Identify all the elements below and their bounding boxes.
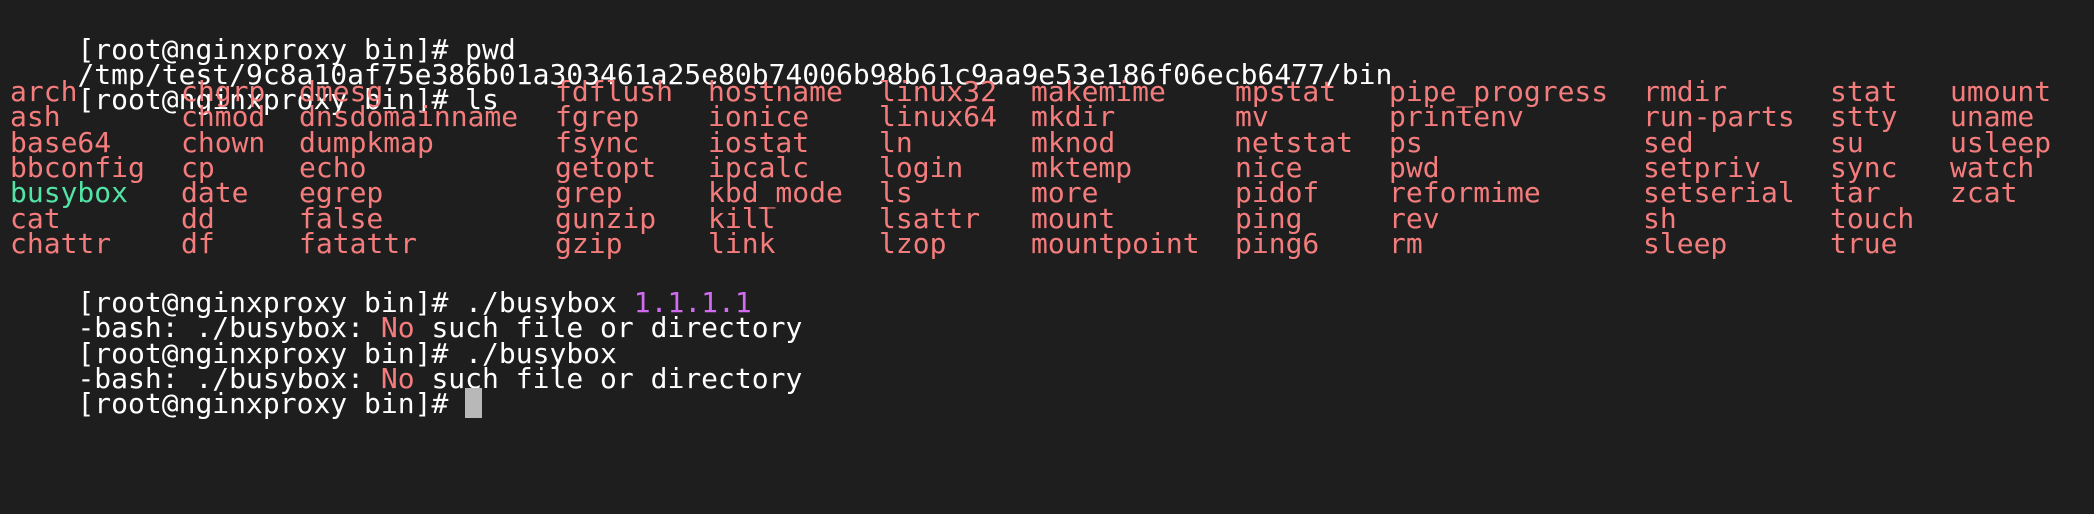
- shell-prompt: [root@nginxproxy bin]#: [77, 387, 449, 420]
- terminal-line[interactable]: [root@nginxproxy bin]#: [10, 353, 483, 420]
- terminal-window[interactable]: [root@nginxproxy bin]# pwd /tmp/test/9c8…: [0, 0, 2094, 514]
- text-cursor[interactable]: [465, 388, 483, 418]
- file-entry: sleep: [1643, 227, 1728, 260]
- file-entry: lzop: [879, 227, 947, 260]
- file-entry: ping6: [1235, 227, 1320, 260]
- file-entry: mountpoint: [1031, 227, 1200, 260]
- file-entry: true: [1830, 227, 1898, 260]
- file-entry: rm: [1389, 227, 1423, 260]
- error-message: such file or directory: [431, 362, 803, 395]
